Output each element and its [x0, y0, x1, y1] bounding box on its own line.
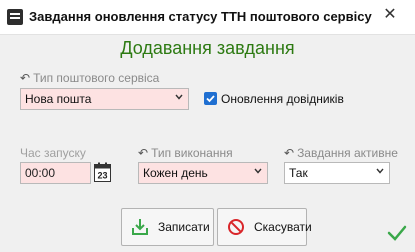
check-icon	[206, 95, 215, 103]
cancel-button-label: Скасувати	[254, 220, 312, 234]
start-time-value: 00:00	[25, 166, 56, 180]
checkmark-icon[interactable]	[387, 224, 407, 242]
cancel-button[interactable]: Скасувати	[217, 208, 312, 246]
undo-arrow-icon[interactable]: ↶	[20, 71, 30, 85]
update-directories-label[interactable]: Оновлення довідників	[221, 92, 344, 106]
postal-service-type-select[interactable]: Нова пошта	[20, 88, 189, 110]
list-icon	[7, 9, 23, 25]
execution-type-label: ↶ Тип виконання	[138, 146, 233, 160]
no-entry-icon	[228, 219, 244, 235]
undo-arrow-icon[interactable]: ↶	[138, 146, 148, 160]
task-active-label: ↶ Завдання активне	[284, 146, 398, 160]
chevron-down-icon	[376, 168, 384, 174]
chevron-down-icon	[175, 94, 183, 100]
save-download-icon	[132, 219, 148, 235]
execution-type-select[interactable]: Кожен день	[138, 162, 268, 184]
task-active-value: Так	[289, 166, 308, 180]
window-title: Завдання оновлення статусу ТТН поштового…	[29, 9, 372, 24]
start-time-input[interactable]: 00:00	[20, 162, 91, 184]
postal-service-type-value: Нова пошта	[25, 92, 92, 106]
execution-type-value: Кожен день	[143, 166, 208, 180]
save-button-label: Записати	[158, 220, 210, 234]
postal-service-type-label: ↶ Тип поштового сервіса	[20, 71, 160, 85]
calendar-icon[interactable]: 23	[94, 162, 111, 182]
save-button[interactable]: Записати	[121, 208, 214, 246]
page-heading: Додавання завдання	[120, 38, 295, 58]
update-directories-checkbox[interactable]	[204, 92, 217, 105]
calendar-day: 23	[97, 171, 107, 181]
title-bar: Завдання оновлення статусу ТТН поштового…	[0, 0, 415, 35]
undo-arrow-icon[interactable]: ↶	[284, 146, 294, 160]
close-button[interactable]: ✕	[381, 6, 399, 24]
start-time-label: Час запуску	[20, 146, 86, 160]
chevron-down-icon	[254, 168, 262, 174]
task-active-select[interactable]: Так	[284, 162, 390, 184]
